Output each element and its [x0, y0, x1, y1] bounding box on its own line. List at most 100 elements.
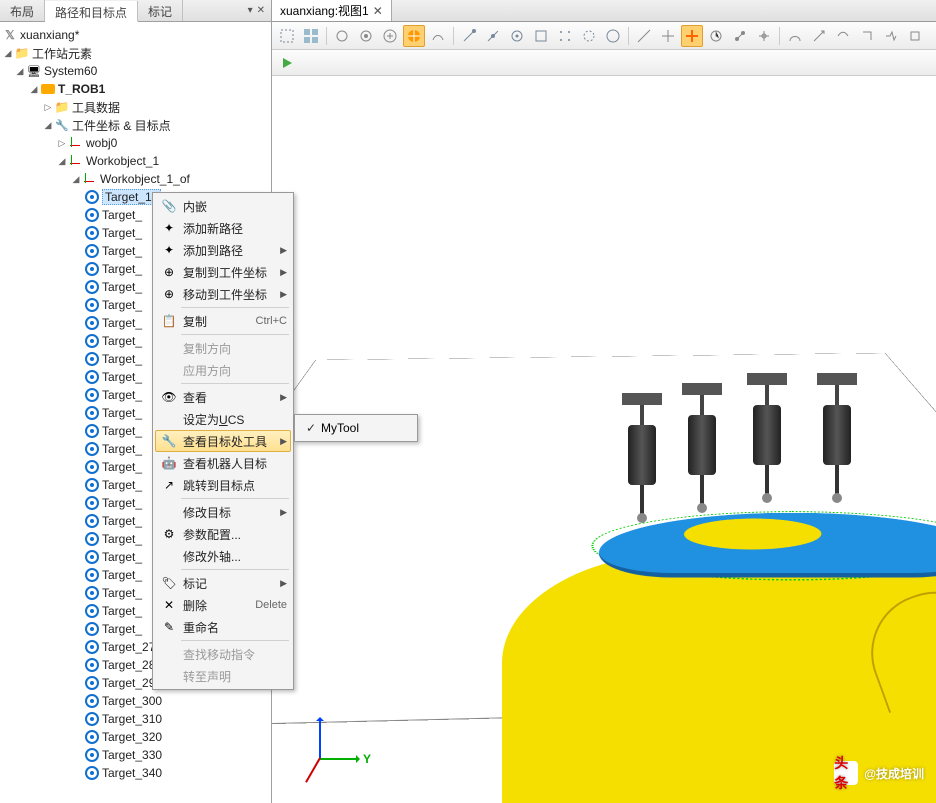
tool-path-3[interactable] [832, 25, 854, 47]
expand-icon[interactable]: ▷ [56, 138, 68, 149]
ctx-goto-declaration[interactable]: 转至声明 [155, 665, 291, 687]
tree-elements[interactable]: ◢工作站元素 [0, 44, 271, 62]
view-toolbar [272, 22, 936, 50]
expand-icon[interactable]: ◢ [70, 174, 82, 185]
tree-target[interactable]: Target_300 [0, 692, 271, 710]
tab-layout[interactable]: 布局 [0, 0, 45, 21]
tool-snap-end[interactable] [458, 25, 480, 47]
ctx-modify-target[interactable]: 修改目标▶ [155, 501, 291, 523]
tool-jog-joint[interactable] [729, 25, 751, 47]
ctx-delete[interactable]: ✕删除Delete [155, 594, 291, 616]
tool-settings[interactable] [904, 25, 926, 47]
tool-snap-edge[interactable] [530, 25, 552, 47]
ctx-embed[interactable]: 📎内嵌 [155, 195, 291, 217]
tool-jog-reorient[interactable] [705, 25, 727, 47]
tree-target[interactable]: Target_340 [0, 764, 271, 782]
tool-move[interactable] [657, 25, 679, 47]
tree-target[interactable]: Target_330 [0, 746, 271, 764]
system-icon [26, 63, 42, 79]
tool-multi-move[interactable] [753, 25, 775, 47]
expand-icon[interactable]: ◢ [56, 156, 68, 167]
target-icon [85, 730, 99, 744]
tool-measure[interactable] [633, 25, 655, 47]
tool-jog-linear[interactable] [681, 25, 703, 47]
ctx-set-ucs[interactable]: 设定为UCS [155, 408, 291, 430]
tree-wobj1of[interactable]: ◢Workobject_1_of [0, 170, 271, 188]
tool-select[interactable] [276, 25, 298, 47]
play-button[interactable] [276, 52, 298, 74]
tool-snap-mid[interactable] [482, 25, 504, 47]
target-icon [85, 694, 99, 708]
target-icon [85, 514, 99, 528]
folder-icon [14, 45, 30, 61]
expand-icon[interactable]: ◢ [2, 48, 14, 59]
ctx-rename[interactable]: ✎重命名 [155, 616, 291, 638]
tree-wobj-targets[interactable]: ◢工件坐标 & 目标点 [0, 116, 271, 134]
tool-path-4[interactable] [856, 25, 878, 47]
submenu-arrow-icon: ▶ [280, 267, 287, 278]
tree-target[interactable]: Target_320 [0, 728, 271, 746]
tree-target[interactable]: Target_310 [0, 710, 271, 728]
ctx-find-move-instruction[interactable]: 查找移动指令 [155, 643, 291, 665]
watermark: 头条 @技成培训 [834, 761, 924, 785]
ctx-modify-external-axis[interactable]: 修改外轴... [155, 545, 291, 567]
dropdown-icon[interactable]: ▾ [248, 5, 253, 16]
tab-paths-targets[interactable]: 路径和目标点 [45, 1, 138, 22]
tree-wobj1[interactable]: ◢Workobject_1 [0, 152, 271, 170]
tool-select-all[interactable] [300, 25, 322, 47]
target-icon [85, 190, 99, 204]
ctx-mark[interactable]: 🏷标记▶ [155, 572, 291, 594]
right-panel: xuanxiang:视图1 ✕ [272, 0, 936, 803]
ctx-add-new-path[interactable]: ✦添加新路径 [155, 217, 291, 239]
view-tab[interactable]: xuanxiang:视图1 ✕ [272, 0, 392, 21]
close-icon[interactable]: ✕ [257, 5, 265, 16]
tool-zoom[interactable] [379, 25, 401, 47]
close-icon[interactable]: ✕ [373, 4, 383, 18]
ctx-view-tool-at-target[interactable]: 🔧查看目标处工具▶ [155, 430, 291, 452]
robot-icon [41, 84, 55, 94]
tool-snap-object[interactable] [578, 25, 600, 47]
ctx-param-config[interactable]: ⚙参数配置... [155, 523, 291, 545]
ctx-jump-to-target[interactable]: ↗跳转到目标点 [155, 474, 291, 496]
expand-icon[interactable]: ▷ [42, 102, 54, 113]
tree-station[interactable]: xuanxiang* [0, 26, 271, 44]
tool-snap-center[interactable] [506, 25, 528, 47]
tool-pan[interactable] [355, 25, 377, 47]
tree-system[interactable]: ◢System60 [0, 62, 271, 80]
ctx-copy[interactable]: 📋复制Ctrl+C [155, 310, 291, 332]
submenu-item-mytool[interactable]: ✓ MyTool [297, 417, 415, 439]
target-icon [85, 370, 99, 384]
ctx-apply-direction[interactable]: 应用方向 [155, 359, 291, 381]
axis-y [319, 758, 359, 760]
ctx-copy-direction[interactable]: 复制方向 [155, 337, 291, 359]
expand-icon[interactable]: ◢ [42, 120, 54, 131]
tool-snap-grid[interactable] [554, 25, 576, 47]
tool-path-1[interactable] [784, 25, 806, 47]
ctx-view[interactable]: 👁查看▶ [155, 386, 291, 408]
check-icon: ✓ [301, 421, 321, 435]
watermark-logo: 头条 [834, 761, 858, 785]
axis-gizmo: Y [307, 728, 367, 788]
tab-tags[interactable]: 标记 [138, 0, 183, 21]
tool-path-5[interactable] [880, 25, 902, 47]
target-icon [85, 478, 99, 492]
tree-tooldata[interactable]: ▷工具数据 [0, 98, 271, 116]
tool-snap-local[interactable] [602, 25, 624, 47]
tool-world[interactable] [403, 25, 425, 47]
tool-path-2[interactable] [808, 25, 830, 47]
ctx-move-to-wobj[interactable]: ⊕移动到工件坐标▶ [155, 283, 291, 305]
tree-wobj0[interactable]: ▷wobj0 [0, 134, 271, 152]
tool-freehand[interactable] [427, 25, 449, 47]
target-icon [85, 298, 99, 312]
tool-rotate[interactable] [331, 25, 353, 47]
target-icon [85, 316, 99, 330]
tree-robot[interactable]: ◢T_ROB1 [0, 80, 271, 98]
target-icon [85, 586, 99, 600]
watermark-text: @技成培训 [864, 765, 924, 782]
ctx-add-to-path[interactable]: ✦添加到路径▶ [155, 239, 291, 261]
target-icon [85, 460, 99, 474]
ctx-copy-to-wobj[interactable]: ⊕复制到工件坐标▶ [155, 261, 291, 283]
ctx-view-robot-target[interactable]: 🤖查看机器人目标 [155, 452, 291, 474]
expand-icon[interactable]: ◢ [28, 84, 40, 95]
expand-icon[interactable]: ◢ [14, 66, 26, 77]
